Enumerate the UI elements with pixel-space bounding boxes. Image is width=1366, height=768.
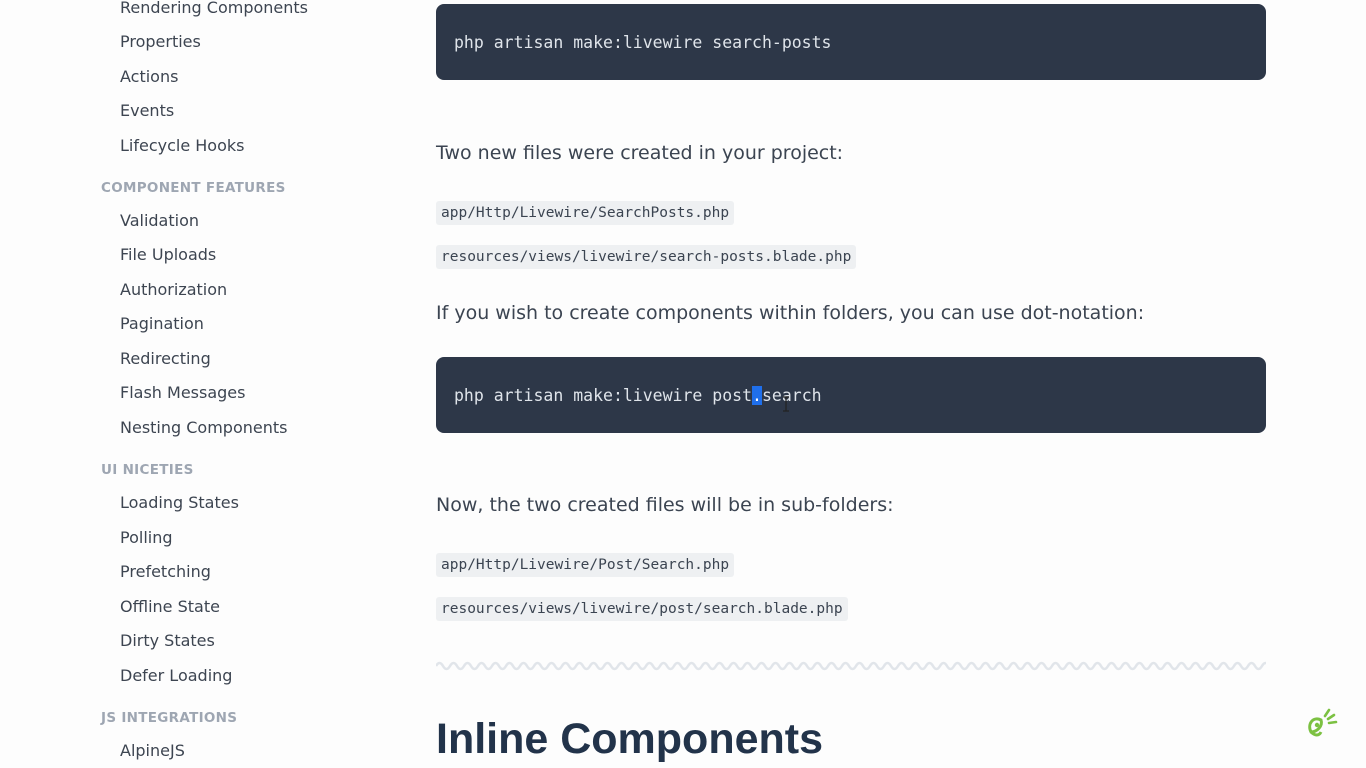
code-block-make-post-search[interactable]: php artisan make:livewire post. search (436, 357, 1266, 433)
sidebar-item-validation[interactable]: Validation (120, 211, 199, 231)
sidebar-item-events[interactable]: Events (120, 101, 174, 121)
code-text[interactable]: php artisan make:livewire post (454, 386, 752, 405)
sidebar-item-prefetching[interactable]: Prefetching (120, 562, 211, 582)
docs-content: php artisan make:livewire search-posts T… (436, 0, 1266, 768)
sidebar-section-ui-niceties: UI NICETIES (101, 462, 194, 478)
paragraph-new-files: Two new files were created in your proje… (436, 142, 844, 164)
sidebar-section-component-features: COMPONENT FEATURES (101, 180, 286, 196)
section-heading-inline-components: Inline Components (436, 715, 823, 763)
selected-text[interactable]: . (752, 385, 762, 405)
sidebar-item-alpinejs[interactable]: AlpineJS (120, 741, 185, 761)
inline-code-file-path: app/Http/Livewire/Post/Search.php (436, 553, 735, 577)
code-text[interactable]: php artisan make:livewire search-posts (454, 33, 832, 52)
code-text[interactable]: search (762, 386, 822, 405)
sidebar-item-file-uploads[interactable]: File Uploads (120, 245, 216, 265)
sidebar-item-offline-state[interactable]: Offline State (120, 597, 220, 617)
sidebar-item-dirty-states[interactable]: Dirty States (120, 631, 215, 651)
inline-code-file-path: resources/views/livewire/search-posts.bl… (436, 245, 857, 269)
paragraph-dot-notation: If you wish to create components within … (436, 302, 1145, 324)
wavy-divider (436, 661, 1266, 671)
sidebar-item-properties[interactable]: Properties (120, 32, 201, 52)
sidebar-item-pagination[interactable]: Pagination (120, 314, 204, 334)
inline-code-file-path: app/Http/Livewire/SearchPosts.php (436, 201, 735, 225)
inline-code-file-path: resources/views/livewire/post/search.bla… (436, 597, 848, 621)
sidebar-item-flash-messages[interactable]: Flash Messages (120, 383, 245, 403)
sprout-logo-icon (1308, 708, 1338, 737)
code-block-make-search-posts[interactable]: php artisan make:livewire search-posts (436, 4, 1266, 80)
sidebar-item-authorization[interactable]: Authorization (120, 280, 227, 300)
sidebar-item-lifecycle-hooks[interactable]: Lifecycle Hooks (120, 136, 244, 156)
sidebar-item-nesting-components[interactable]: Nesting Components (120, 418, 287, 438)
paragraph-sub-folders: Now, the two created files will be in su… (436, 494, 894, 516)
sidebar-item-rendering-components[interactable]: Rendering Components (120, 0, 308, 18)
sidebar-item-polling[interactable]: Polling (120, 528, 173, 548)
text-cursor-icon (783, 396, 789, 412)
sidebar-section-js-integrations: JS INTEGRATIONS (101, 710, 238, 726)
sidebar-item-actions[interactable]: Actions (120, 67, 178, 87)
page: Rendering Components Properties Actions … (0, 0, 1366, 768)
sidebar-item-defer-loading[interactable]: Defer Loading (120, 666, 232, 686)
sidebar-item-loading-states[interactable]: Loading States (120, 493, 239, 513)
docs-sidebar: Rendering Components Properties Actions … (0, 0, 400, 768)
sidebar-item-redirecting[interactable]: Redirecting (120, 349, 211, 369)
